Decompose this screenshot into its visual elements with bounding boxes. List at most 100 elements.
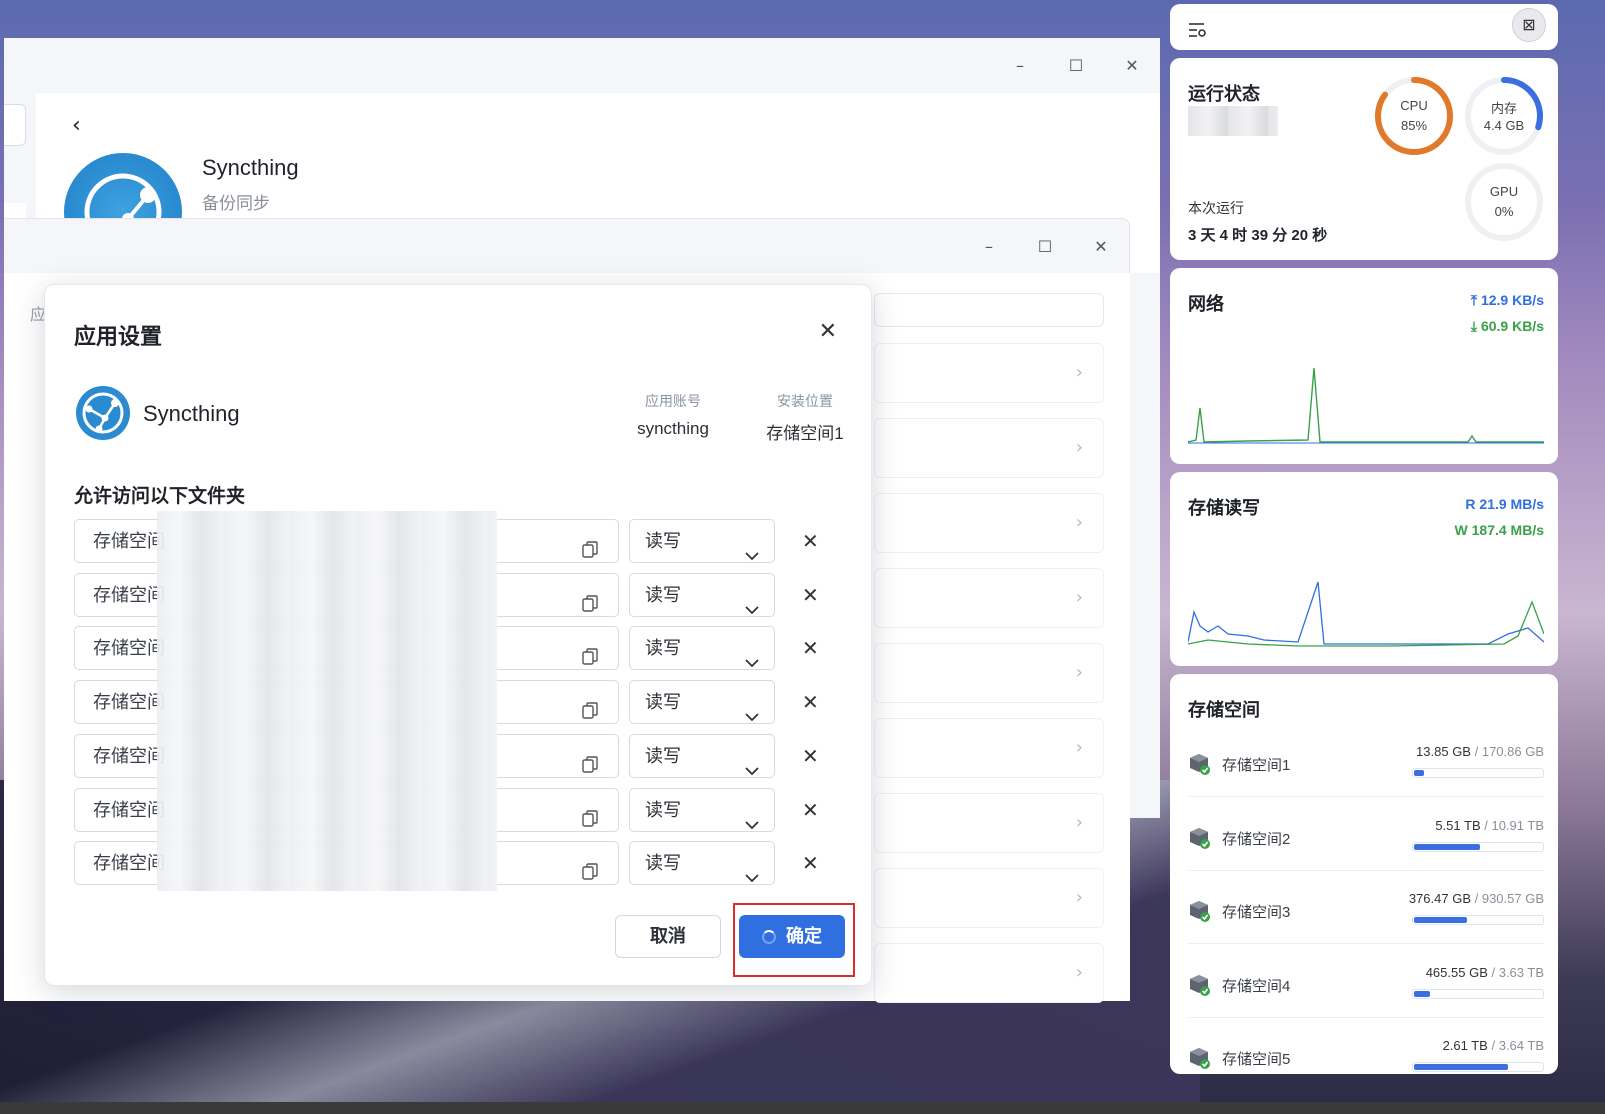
remove-folder-icon[interactable]: ✕ bbox=[802, 529, 819, 553]
settings-row[interactable]: › bbox=[874, 568, 1104, 628]
folder-path-text: 存储空间 bbox=[93, 692, 165, 713]
maximize-button[interactable]: ☐ bbox=[1017, 231, 1073, 261]
close-icon[interactable]: ✕ bbox=[819, 319, 837, 344]
gpu-value: 0% bbox=[1494, 204, 1514, 219]
confirm-highlight-box: 确定 bbox=[733, 903, 855, 977]
memory-value: 4.4 GB bbox=[1483, 118, 1525, 133]
redacted-hostname bbox=[1188, 106, 1278, 136]
storage-item[interactable]: 存储空间3 376.47 GB / 930.57 GB bbox=[1188, 887, 1544, 947]
remove-folder-icon[interactable]: ✕ bbox=[802, 851, 819, 875]
upload-arrow-icon: ⤒ bbox=[1470, 292, 1481, 308]
divider bbox=[1188, 1016, 1544, 1018]
settings-row[interactable]: › bbox=[874, 343, 1104, 403]
chevron-down-icon bbox=[744, 641, 760, 683]
folder-path-text: 存储空间 bbox=[93, 799, 165, 820]
copy-icon[interactable] bbox=[582, 586, 598, 612]
taskbar-edge bbox=[0, 1102, 1605, 1114]
status-title: 运行状态 bbox=[1188, 84, 1260, 104]
chevron-down-icon bbox=[744, 695, 760, 737]
divider bbox=[1188, 796, 1544, 797]
translate-icon[interactable]: ⊠ bbox=[1512, 8, 1546, 42]
copy-icon[interactable] bbox=[582, 532, 598, 558]
close-button[interactable]: ✕ bbox=[1104, 50, 1160, 80]
chevron-right-icon: › bbox=[1075, 662, 1083, 683]
storage-item[interactable]: 存储空间2 5.51 TB / 10.91 TB bbox=[1188, 814, 1544, 874]
storage-used: 2.61 TB bbox=[1442, 1038, 1488, 1053]
storage-total: / 3.64 TB bbox=[1491, 1038, 1544, 1053]
remove-folder-icon[interactable]: ✕ bbox=[802, 690, 819, 714]
chevron-down-icon bbox=[744, 588, 760, 630]
storage-usage-fill bbox=[1414, 1064, 1508, 1070]
settings-row[interactable]: › bbox=[874, 418, 1104, 478]
settings-input[interactable] bbox=[874, 293, 1104, 327]
disk-io-card: 存储读写 R 21.9 MB/s W 187.4 MB/s bbox=[1170, 472, 1558, 666]
copy-icon[interactable] bbox=[582, 693, 598, 719]
cpu-gauge: CPU 85% bbox=[1374, 76, 1454, 156]
permission-value: 读写 bbox=[645, 853, 681, 874]
sidebar-strip bbox=[4, 203, 26, 219]
cancel-button[interactable]: 取消 bbox=[615, 915, 721, 958]
storage-volume-icon bbox=[1188, 899, 1212, 923]
app-settings-dialog: 应用设置 ✕ Syncthing 应用账号 syncthing 安装位置 存储空… bbox=[44, 284, 872, 986]
storage-usage-fill bbox=[1414, 770, 1424, 776]
folder-path-text: 存储空间 bbox=[93, 853, 165, 874]
chevron-down-icon bbox=[744, 534, 760, 576]
disk-io-sparkline bbox=[1188, 581, 1544, 647]
remove-folder-icon[interactable]: ✕ bbox=[802, 636, 819, 660]
storage-used: 13.85 GB bbox=[1416, 744, 1471, 759]
syncthing-logo bbox=[75, 385, 131, 441]
confirm-button[interactable]: 确定 bbox=[739, 915, 845, 958]
settings-row[interactable]: › bbox=[874, 643, 1104, 703]
permission-select[interactable]: 读写 bbox=[629, 733, 775, 778]
storage-usage: 2.61 TB / 3.64 TB bbox=[1443, 1038, 1544, 1053]
chevron-down-icon bbox=[744, 749, 760, 791]
copy-icon[interactable] bbox=[582, 639, 598, 666]
storage-name: 存储空间1 bbox=[1222, 757, 1291, 774]
permission-select[interactable]: 读写 bbox=[629, 572, 775, 617]
dialog-title: 应用设置 bbox=[74, 324, 163, 349]
status-card: 运行状态 本次运行 3 天 4 时 39 分 20 秒 CPU 85% 内存 4… bbox=[1170, 58, 1558, 260]
remove-folder-icon[interactable]: ✕ bbox=[802, 744, 819, 768]
copy-icon[interactable] bbox=[582, 854, 598, 880]
minimize-button[interactable]: – bbox=[992, 50, 1048, 80]
gpu-gauge: GPU 0% bbox=[1464, 162, 1544, 242]
permission-select[interactable]: 读写 bbox=[629, 519, 775, 563]
settings-row[interactable]: › bbox=[874, 793, 1104, 853]
cpu-label: CPU bbox=[1400, 98, 1428, 113]
cpu-value: 85% bbox=[1400, 118, 1428, 133]
minimize-button[interactable]: – bbox=[961, 231, 1017, 261]
chevron-right-icon: › bbox=[1075, 812, 1083, 833]
search-input[interactable] bbox=[4, 104, 26, 146]
permission-select[interactable]: 读写 bbox=[629, 626, 775, 671]
settings-row[interactable]: › bbox=[874, 493, 1104, 553]
storage-volume-icon bbox=[1188, 1046, 1212, 1070]
permission-select[interactable]: 读写 bbox=[629, 841, 775, 886]
widget-settings-icon[interactable] bbox=[1188, 22, 1208, 38]
storage-total: / 170.86 GB bbox=[1474, 744, 1544, 759]
remove-folder-icon[interactable]: ✕ bbox=[802, 583, 819, 607]
remove-folder-icon[interactable]: ✕ bbox=[802, 798, 819, 822]
upload-rate-value: 12.9 KB/s bbox=[1480, 292, 1544, 308]
window-controls: – ☐ ✕ bbox=[992, 50, 1160, 80]
chevron-down-icon bbox=[744, 803, 760, 845]
permission-select[interactable]: 读写 bbox=[629, 787, 775, 832]
settings-row[interactable]: › bbox=[874, 943, 1104, 1003]
storage-item[interactable]: 存储空间5 2.61 TB / 3.64 TB bbox=[1188, 1034, 1544, 1094]
loading-spinner-icon bbox=[762, 930, 776, 944]
storage-item[interactable]: 存储空间1 13.85 GB / 170.86 GB bbox=[1188, 740, 1544, 800]
maximize-button[interactable]: ☐ bbox=[1048, 50, 1104, 80]
app-account-label: 应用账号 bbox=[645, 393, 701, 409]
back-arrow-icon[interactable]: ‹ bbox=[72, 113, 81, 138]
settings-row[interactable]: › bbox=[874, 868, 1104, 928]
copy-icon[interactable] bbox=[582, 801, 598, 827]
app-subtitle: 备份同步 bbox=[202, 194, 270, 213]
storage-item[interactable]: 存储空间4 465.55 GB / 3.63 TB bbox=[1188, 961, 1544, 1021]
divider bbox=[1188, 869, 1544, 871]
folder-path-text: 存储空间 bbox=[93, 638, 165, 659]
close-button[interactable]: ✕ bbox=[1073, 231, 1129, 261]
settings-row[interactable]: › bbox=[874, 718, 1104, 778]
permission-select[interactable]: 读写 bbox=[629, 680, 775, 725]
storage-usage-fill bbox=[1414, 917, 1467, 923]
write-rate: W 187.4 MB/s bbox=[1454, 522, 1544, 538]
copy-icon[interactable] bbox=[582, 747, 598, 773]
